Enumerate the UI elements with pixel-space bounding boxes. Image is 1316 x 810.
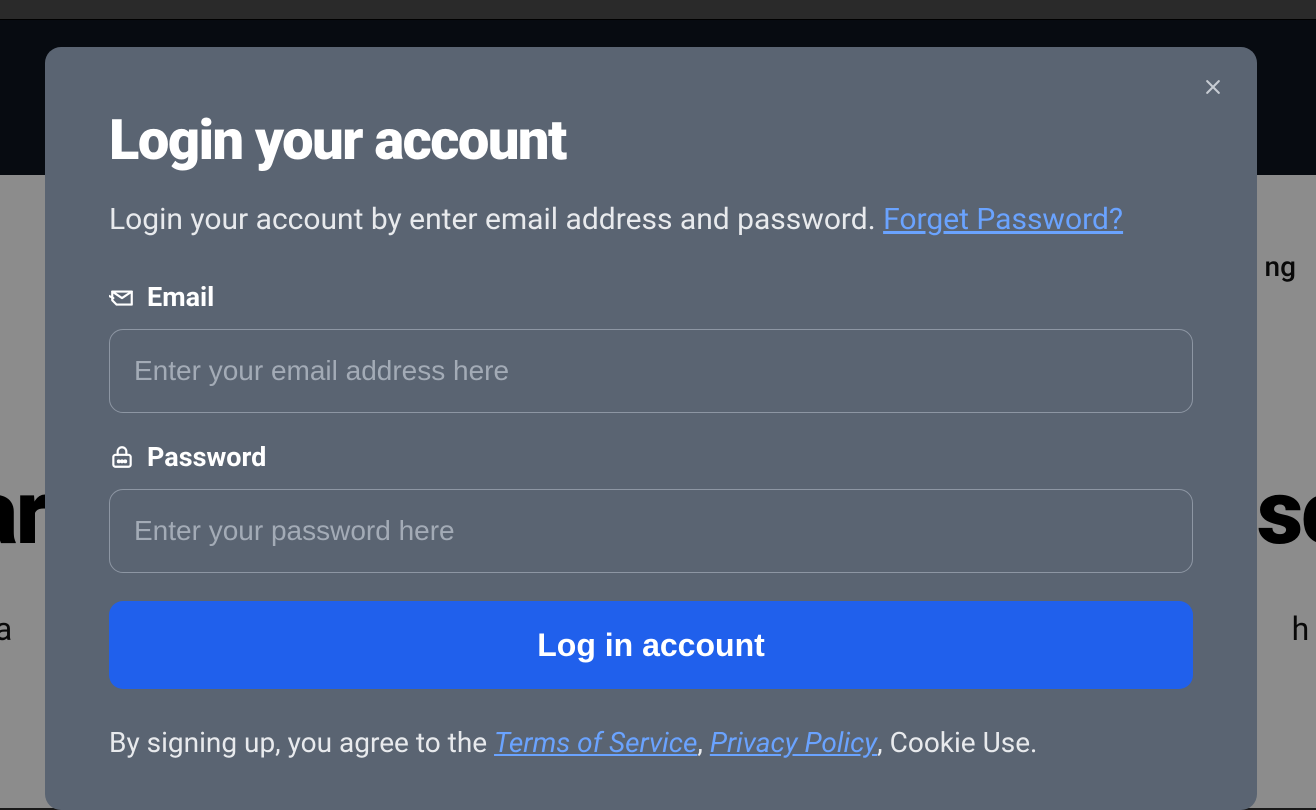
login-modal: Login your account Login your account by… <box>45 47 1257 810</box>
email-label: Email <box>109 281 1193 313</box>
email-input[interactable] <box>109 329 1193 413</box>
close-button[interactable] <box>1197 71 1229 103</box>
login-button[interactable]: Log in account <box>109 601 1193 689</box>
password-label-text: Password <box>147 441 266 473</box>
forgot-password-link[interactable]: Forget Password? <box>883 202 1123 237</box>
terms-of-service-link[interactable]: Terms of Service <box>494 726 697 759</box>
footer-sep1: , <box>697 726 709 759</box>
password-input[interactable] <box>109 489 1193 573</box>
modal-subtitle: Login your account by enter email addres… <box>109 199 1193 241</box>
agreement-footer: By signing up, you agree to the Terms of… <box>109 723 1193 762</box>
close-icon <box>1203 77 1223 97</box>
mail-send-icon <box>109 284 135 310</box>
email-label-text: Email <box>147 281 214 313</box>
subtitle-text: Login your account by enter email addres… <box>109 202 883 237</box>
modal-overlay[interactable]: Login your account Login your account by… <box>0 20 1316 808</box>
footer-prefix: By signing up, you agree to the <box>109 726 494 759</box>
privacy-policy-link[interactable]: Privacy Policy <box>710 726 877 759</box>
browser-chrome-top <box>0 0 1316 20</box>
modal-title: Login your account <box>109 107 1193 173</box>
lock-icon <box>109 444 135 470</box>
password-label: Password <box>109 441 1193 473</box>
footer-suffix: , Cookie Use. <box>877 726 1037 759</box>
